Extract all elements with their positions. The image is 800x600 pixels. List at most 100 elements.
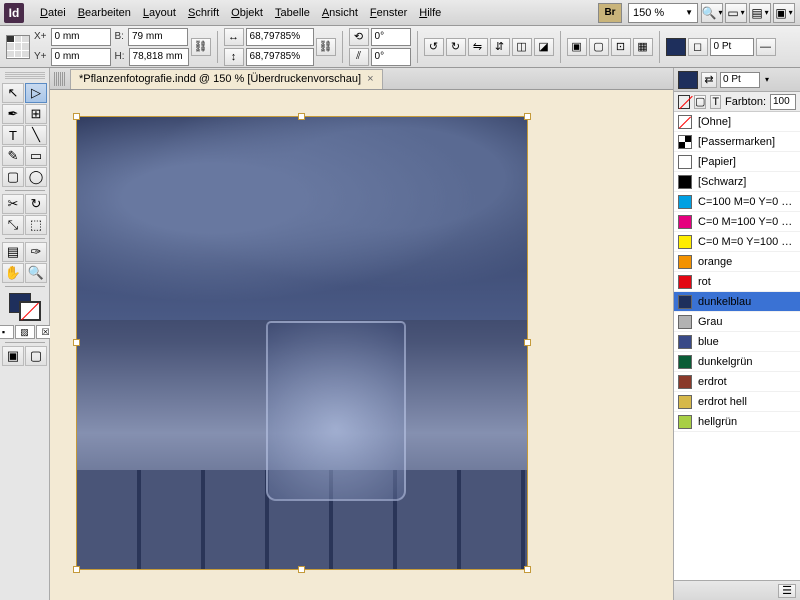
fit-proportional-icon[interactable]: ▦ [633,38,653,56]
close-icon[interactable]: × [367,73,373,85]
swatch-row[interactable]: [Schwarz] [674,172,800,192]
scale-y-field[interactable] [246,48,314,66]
stroke-style-icon[interactable]: — [756,38,776,56]
handle-top-left[interactable] [73,113,80,120]
rotate-tool-icon[interactable]: ↻ [25,194,47,214]
handle-bot-left[interactable] [73,566,80,573]
swatch-row[interactable]: erdrot [674,372,800,392]
swatch-row[interactable]: [Papier] [674,152,800,172]
stroke-none-icon[interactable] [678,95,690,109]
handle-mid-left[interactable] [73,339,80,346]
pen-tool-icon[interactable]: ✒ [2,104,24,124]
screen-mode-icon[interactable]: ▭▾ [725,3,747,23]
text-tool-icon[interactable]: T [2,125,24,145]
reference-point[interactable] [6,35,30,59]
direct-selection-tool-icon[interactable]: ▷ [25,83,47,103]
swatch-row[interactable]: C=100 M=0 Y=0 K=0 [674,192,800,212]
rectangle-tool-icon[interactable]: ▢ [2,167,24,187]
swap-fill-stroke-icon[interactable]: ⇄ [701,72,717,88]
swatch-list[interactable]: [Ohne] [Passermarken][Papier][Schwarz]C=… [674,112,800,580]
menu-ansicht[interactable]: Ansicht [316,4,364,22]
swatch-row[interactable]: C=0 M=0 Y=100 K=0 [674,232,800,252]
height-field[interactable] [129,48,189,66]
ellipse-tool-icon[interactable]: ◯ [25,167,47,187]
swatch-row[interactable]: C=0 M=100 Y=0 K=0 [674,212,800,232]
menu-hilfe[interactable]: Hilfe [413,4,447,22]
view-mode-preview-icon[interactable]: ▢ [25,346,47,366]
arrange-icon[interactable]: ▤▾ [749,3,771,23]
search-icon[interactable]: 🔍▾ [701,3,723,23]
eyedropper-tool-icon[interactable]: ✑ [25,242,47,262]
menu-objekt[interactable]: Objekt [225,4,269,22]
scissors-tool-icon[interactable]: ✂ [2,194,24,214]
handle-top-mid[interactable] [298,113,305,120]
rotation-field[interactable] [371,28,411,46]
tint-field[interactable] [770,94,796,110]
scale-tool-icon[interactable]: ⤡ [2,215,24,235]
swatch-row[interactable]: [Passermarken] [674,132,800,152]
width-field[interactable] [128,28,188,46]
line-tool-icon[interactable]: ╲ [25,125,47,145]
select-content-icon[interactable]: ◪ [534,38,554,56]
menu-schrift[interactable]: Schrift [182,4,225,22]
swatch-row[interactable]: blue [674,332,800,352]
panel-menu-icon[interactable]: ☰ [778,584,796,598]
menu-bearbeiten[interactable]: Bearbeiten [72,4,137,22]
x-field[interactable] [51,28,111,46]
menu-fenster[interactable]: Fenster [364,4,413,22]
center-content-icon[interactable]: ⊡ [611,38,631,56]
menu-layout[interactable]: Layout [137,4,182,22]
constrain-wh-icon[interactable]: ⛓ [191,38,211,56]
stroke-weight-field[interactable] [710,38,754,56]
handle-bot-mid[interactable] [298,566,305,573]
y-field[interactable] [51,48,111,66]
swatch-row[interactable]: hellgrün [674,412,800,432]
handle-bot-right[interactable] [524,566,531,573]
workspace-icon[interactable]: ▣▾ [773,3,795,23]
stroke-pt-field[interactable] [720,72,760,88]
view-mode-normal-icon[interactable]: ▣ [2,346,24,366]
apply-color-icon[interactable]: ▪ [0,325,14,339]
tab-grip[interactable] [54,72,66,86]
formatting-text-icon[interactable]: T [710,95,721,109]
frame-tool-icon[interactable]: ▭ [25,146,47,166]
canvas[interactable] [50,90,673,600]
type-tool-icon[interactable]: ⊞ [25,104,47,124]
swatch-row[interactable]: erdrot hell [674,392,800,412]
menu-tabelle[interactable]: Tabelle [269,4,316,22]
document-tab[interactable]: *Pflanzenfotografie.indd @ 150 % [Überdr… [70,69,383,89]
handle-top-right[interactable] [524,113,531,120]
hand-tool-icon[interactable]: ✋ [2,263,24,283]
swatch-row[interactable]: dunkelgrün [674,352,800,372]
toolbox-grip[interactable] [5,72,45,80]
selected-image-frame[interactable] [76,116,528,570]
shear-field[interactable] [371,48,411,66]
menu-datei[interactable]: Datei [34,4,72,22]
rotate-cw-icon[interactable]: ↻ [446,38,466,56]
pencil-tool-icon[interactable]: ✎ [2,146,24,166]
free-transform-icon[interactable]: ⬚ [25,215,47,235]
bridge-button[interactable]: Br [598,3,622,23]
flip-v-icon[interactable]: ⇵ [490,38,510,56]
select-container-icon[interactable]: ◫ [512,38,532,56]
scale-x-field[interactable] [246,28,314,46]
apply-gradient-icon[interactable]: ▨ [15,325,35,339]
fill-swatch[interactable] [666,38,686,56]
swatch-row[interactable]: dunkelblau [674,292,800,312]
fill-stroke-swatch[interactable] [9,293,41,321]
stroke-swatch-icon[interactable]: ◻ [688,38,708,56]
fit-content-icon[interactable]: ▣ [567,38,587,56]
swatch-row[interactable]: rot [674,272,800,292]
swatch-row[interactable]: orange [674,252,800,272]
current-fill-swatch[interactable] [678,71,698,89]
rotate-ccw-icon[interactable]: ↺ [424,38,444,56]
note-tool-icon[interactable]: ▤ [2,242,24,262]
flip-h-icon[interactable]: ⇋ [468,38,488,56]
fit-frame-icon[interactable]: ▢ [589,38,609,56]
zoom-tool-icon[interactable]: 🔍 [25,263,47,283]
formatting-container-icon[interactable]: ▢ [694,95,706,109]
constrain-scale-icon[interactable]: ⛓ [316,38,336,56]
handle-mid-right[interactable] [524,339,531,346]
swatch-row-none[interactable]: [Ohne] [674,112,800,132]
zoom-dropdown[interactable]: 150 %▼ [628,3,698,23]
